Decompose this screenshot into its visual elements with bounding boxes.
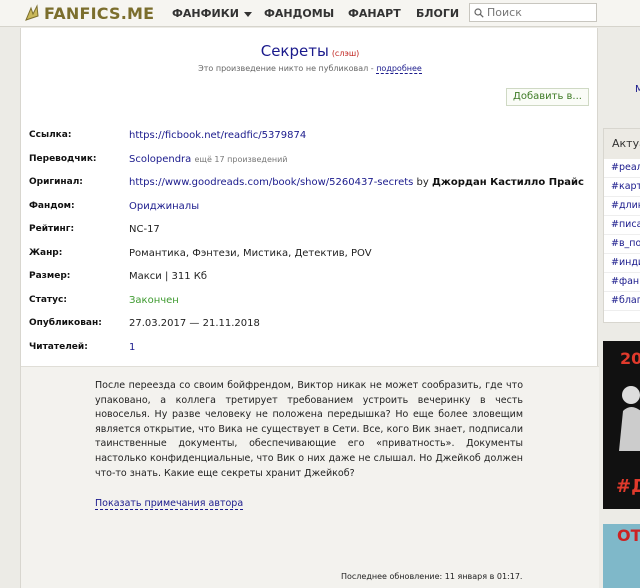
meta-value: Scolopendra ещё 17 произведений	[129, 154, 288, 165]
tag-link[interactable]: #благ	[604, 292, 640, 311]
meta-row-published: Опубликован: 27.03.2017 — 21.11.2018	[29, 318, 599, 332]
work-direction-tag[interactable]: (слэш)	[332, 49, 359, 58]
original-author: Джордан Кастилло Прайс	[431, 177, 584, 188]
tag-link[interactable]: #карт	[604, 178, 640, 197]
work-card: Секреты (слэш) Это произведение никто не …	[20, 28, 599, 588]
meta-label: Переводчик:	[29, 153, 97, 164]
rating-value: NC-17	[129, 224, 160, 235]
nav-blogs[interactable]: БЛОГИ	[416, 7, 459, 20]
publication-note: Это произведение никто не публиковал - п…	[21, 64, 599, 74]
meta-label: Рейтинг:	[29, 224, 75, 234]
meta-row-readers: Читателей: 1	[29, 342, 599, 356]
meta-label: Опубликован:	[29, 318, 102, 328]
meta-label: Жанр:	[29, 247, 63, 258]
meta-label: Фандом:	[29, 200, 75, 211]
summary-section: После переезда со своим бойфрендом, Викт…	[21, 366, 599, 588]
fandom-link[interactable]: Ориджиналы	[129, 201, 199, 212]
show-author-notes-link[interactable]: Показать примечания автора	[95, 498, 244, 510]
nav-fanfics-label: ФАНФИКИ	[172, 7, 239, 20]
status-value: Закончен	[129, 294, 179, 306]
banner-text: ОТ	[617, 526, 640, 545]
meta-row-fandom: Фандом: Ориджиналы	[29, 201, 599, 215]
publication-note-text: Это произведение никто не публиковал -	[198, 64, 377, 73]
tag-link[interactable]: #реал	[604, 159, 640, 178]
translator-more-works: ещё 17 произведений	[194, 154, 288, 164]
by-text: by	[413, 177, 432, 188]
sidebar-link[interactable]: М	[635, 84, 640, 95]
chevron-down-icon	[243, 11, 252, 17]
translator-link[interactable]: Scolopendra	[129, 154, 191, 165]
readers-link[interactable]: 1	[129, 342, 135, 353]
nav-fanfics[interactable]: ФАНФИКИ	[172, 7, 252, 20]
size-value: Макси | 311 Кб	[129, 271, 208, 282]
search-input[interactable]	[487, 6, 587, 19]
banner-hashtag: #Д	[616, 476, 640, 497]
sidebar-banner[interactable]: 20 #Д	[603, 341, 640, 509]
tag-link[interactable]: #фан	[604, 273, 640, 292]
actual-tags-panel: Актуальное #реал #карт #длин #писа #в_по…	[603, 128, 640, 323]
banner-number: 20	[620, 349, 640, 368]
title-block: Секреты (слэш) Это произведение никто не …	[21, 42, 599, 74]
meta-value: https://www.goodreads.com/book/show/5260…	[129, 177, 584, 188]
logo-text: FANFICS.ME	[44, 3, 155, 23]
last-updated: Последнее обновление: 11 января в 01:17.	[341, 572, 523, 581]
meta-label: Размер:	[29, 271, 71, 281]
more-link[interactable]: подробнее	[376, 64, 422, 74]
figure-icon	[619, 386, 640, 451]
original-link[interactable]: https://www.goodreads.com/book/show/5260…	[129, 177, 413, 188]
add-to-button[interactable]: Добавить в...	[506, 88, 589, 106]
genre-value: Романтика, Фэнтези, Мистика, Детектив, P…	[129, 247, 372, 259]
work-title: Секреты	[260, 42, 329, 60]
meta-label: Статус:	[29, 294, 67, 305]
published-value: 27.03.2017 — 21.11.2018	[129, 318, 260, 329]
search-box[interactable]	[469, 3, 597, 22]
meta-row-genre: Жанр: Романтика, Фэнтези, Мистика, Детек…	[29, 248, 599, 262]
site-logo[interactable]: FANFICS.ME	[24, 3, 154, 23]
quill-logo-icon	[25, 4, 39, 21]
nav-fandoms[interactable]: ФАНДОМЫ	[264, 7, 334, 20]
meta-row-link: Ссылка: https://ficbook.net/readfic/5379…	[29, 130, 599, 144]
meta-label: Оригинал:	[29, 177, 83, 187]
meta-row-original: Оригинал: https://www.goodreads.com/book…	[29, 177, 599, 191]
source-link[interactable]: https://ficbook.net/readfic/5379874	[129, 130, 306, 141]
actual-title: Актуальное	[604, 129, 640, 159]
nav-fanart[interactable]: ФАНАРТ	[348, 7, 401, 20]
tag-link[interactable]: #длин	[604, 197, 640, 216]
meta-row-rating: Рейтинг: NC-17	[29, 224, 599, 238]
meta-label: Ссылка:	[29, 130, 72, 140]
summary-text: После переезда со своим бойфрендом, Викт…	[95, 380, 523, 479]
meta-row-size: Размер: Макси | 311 Кб	[29, 271, 599, 285]
top-navigation-bar: FANFICS.ME ФАНФИКИ ФАНДОМЫ ФАНАРТ БЛОГИ	[0, 0, 640, 27]
meta-row-translator: Переводчик: Scolopendra ещё 17 произведе…	[29, 154, 599, 168]
meta-label: Читателей:	[29, 341, 88, 352]
sidebar-banner-2[interactable]: ОТ	[603, 524, 640, 588]
search-icon	[474, 7, 484, 18]
tag-link[interactable]: #инди	[604, 254, 640, 273]
meta-row-status: Статус: Закончен	[29, 295, 599, 309]
tag-link[interactable]: #в_по	[604, 235, 640, 254]
tag-link[interactable]: #писа	[604, 216, 640, 235]
